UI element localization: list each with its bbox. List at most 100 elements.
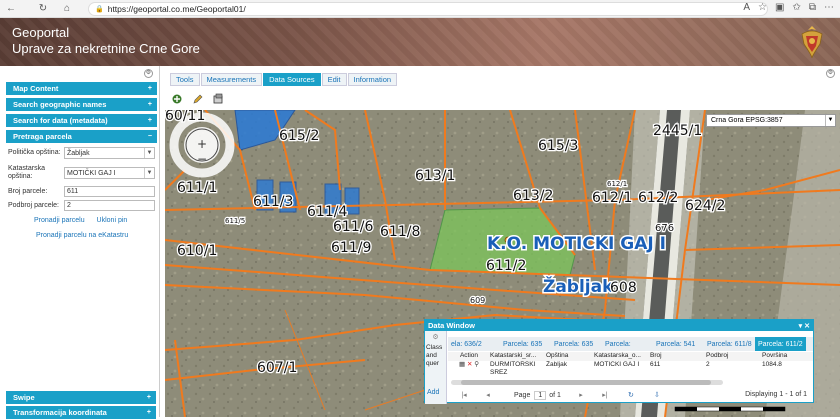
section-label: Map Content [13, 84, 59, 93]
column-header[interactable]: Podbroj [704, 352, 760, 361]
tool-row [166, 90, 840, 110]
last-page-icon[interactable]: ▸| [599, 391, 611, 399]
data-tab[interactable]: Parcela: 635 [551, 337, 602, 351]
page-input[interactable]: 1 [534, 390, 547, 400]
settings-icon[interactable]: ⚙ [826, 69, 835, 78]
katastarska-select[interactable]: MOTIČKI GAJ I ▼ [64, 167, 155, 179]
next-page-icon[interactable]: ▸ [575, 391, 587, 399]
cell-povrsina: 1084.8 [762, 361, 782, 368]
tab-measurements[interactable]: Measurements [200, 73, 263, 86]
address-bar[interactable]: 🔒 https://geoportal.co.me/Geoportal01/ [88, 2, 768, 16]
add-button[interactable]: Add [427, 389, 439, 396]
column-header[interactable]: Katastarska_o... [592, 352, 648, 361]
column-header[interactable]: Broj [648, 352, 704, 361]
broj-input[interactable]: 611 [64, 186, 155, 197]
map-label: 612/1 [592, 190, 632, 206]
table-row[interactable]: ▦ ✕ ⚲ DURMITORSKI SREZ Žabljak MOTIČKI G… [448, 361, 813, 377]
expand-icon: + [147, 85, 152, 92]
layer-add-icon[interactable] [171, 93, 183, 105]
prev-page-icon[interactable]: ◂ [482, 391, 494, 399]
map-label: 611/1 [177, 180, 217, 196]
map-label: 613/1 [415, 168, 455, 184]
chevron-down-icon: ▼ [825, 115, 835, 126]
section-label: Transformacija koordinata [13, 408, 107, 417]
favorite-star-icon[interactable]: ☆ [758, 2, 767, 13]
katastarska-value: MOTIČKI GAJ I [67, 169, 116, 177]
data-tab[interactable]: Parcela: 541 [653, 337, 704, 351]
section-label: Pretraga parcela [13, 132, 72, 141]
search-icon[interactable]: ⚲ [474, 361, 479, 368]
data-tab[interactable]: Parcela: 635 [500, 337, 551, 351]
tab-tools[interactable]: Tools [170, 73, 200, 86]
data-tab[interactable]: ela: 636/2 [448, 337, 500, 351]
data-table-header: Action Katastarski_sr... Opština Katasta… [448, 352, 813, 361]
settings-icon[interactable]: ⚙ [426, 333, 445, 341]
podbroj-input[interactable]: 2 [64, 200, 155, 211]
column-header[interactable]: Katastarski_sr... [488, 352, 544, 361]
home-icon[interactable]: ⌂ [60, 2, 74, 16]
class-query-label: Class and quer [426, 344, 443, 367]
pencil-icon[interactable] [192, 93, 204, 105]
map-label: 609 [470, 296, 485, 305]
projection-select[interactable]: Crna Gora EPSG:3857 ▼ [706, 114, 836, 127]
cell-katastarski: DURMITORSKI SREZ [490, 361, 536, 376]
tab-edit[interactable]: Edit [321, 73, 347, 86]
chevron-down-icon: ▼ [144, 168, 154, 178]
section-search-geographic-names[interactable]: Search geographic names + [6, 98, 157, 111]
find-parcel-link[interactable]: Pronadji parcelu [34, 217, 85, 224]
remove-pin-link[interactable]: Ukloni pin [97, 217, 128, 224]
more-options-icon[interactable]: ⋯ [824, 2, 834, 13]
section-swipe[interactable]: Swipe + [6, 391, 156, 404]
politicka-label: Politička opština: [8, 149, 61, 156]
tab-icon[interactable]: ⧉ [809, 2, 816, 13]
map-label: 676 [655, 223, 674, 234]
column-header[interactable]: Action [448, 352, 488, 361]
panel-settings-icon[interactable]: ⚙ [144, 69, 153, 78]
data-window-titlebar[interactable]: Data Window ▾ ✕ [425, 320, 813, 331]
data-tab[interactable]: Parcela: [602, 337, 653, 351]
column-header[interactable]: Površina [760, 352, 813, 361]
section-map-content[interactable]: Map Content + [6, 82, 157, 95]
header-subtitle: Uprave za nekretnine Crne Gore [12, 41, 200, 56]
section-search-metadata[interactable]: Search for data (metadata) + [6, 114, 157, 127]
favorites-bar-icon[interactable]: ✩ [792, 2, 800, 13]
data-window-tabs: ela: 636/2 Parcela: 635 Parcela: 635 Par… [448, 337, 813, 351]
politicka-select[interactable]: Žabljak ▼ [64, 147, 155, 159]
back-icon[interactable]: ← [4, 2, 18, 16]
cell-opstina: Žabljak [546, 361, 567, 368]
data-window-sidebar: ⚙ Class and quer Add [425, 331, 447, 404]
data-tab-active[interactable]: Parcela: 611/2 [755, 337, 806, 351]
zoom-to-icon[interactable]: ▦ [459, 361, 465, 368]
map-label: 611/4 [307, 204, 347, 220]
horizontal-scrollbar[interactable] [451, 380, 723, 385]
row-actions: ▦ ✕ ⚲ [448, 361, 488, 377]
katastarska-label: Katastarska opština: [8, 165, 45, 180]
minimize-icon[interactable]: ▾ [799, 323, 803, 330]
refresh-icon[interactable]: ↻ [36, 2, 50, 16]
broj-label: Broj parcele: [8, 187, 48, 195]
tab-data-sources[interactable]: Data Sources [263, 73, 321, 86]
read-aloud-icon[interactable]: A [743, 2, 750, 13]
first-page-icon[interactable]: |◂ [458, 391, 470, 399]
export-icon[interactable]: ⇩ [651, 391, 663, 399]
tab-information[interactable]: Information [347, 73, 398, 86]
column-header[interactable]: Opština [544, 352, 592, 361]
map-label: 611/3 [253, 194, 293, 210]
close-icon[interactable]: ✕ [804, 323, 810, 330]
delete-icon[interactable]: ✕ [467, 361, 472, 368]
section-pretraga-parcela[interactable]: Pretraga parcela − [6, 130, 157, 143]
map-label: 611/8 [380, 224, 420, 240]
section-transformacija[interactable]: Transformacija koordinata + [6, 406, 156, 419]
map-label: 611/2 [486, 258, 526, 274]
map-label: 611/6 [333, 219, 373, 235]
data-tab[interactable]: Parcela: 611/8 [704, 337, 755, 351]
map-small-label: 611/5 [225, 217, 245, 225]
left-panel: ⚙ Map Content + Search geographic names + … [0, 66, 160, 419]
map-label: 60/11 [165, 110, 205, 124]
ekatastar-link[interactable]: Pronadji parcelu na eKatastru [36, 232, 159, 239]
refresh-icon[interactable]: ↻ [625, 391, 637, 399]
collections-icon[interactable]: ▣ [775, 2, 784, 13]
town-label: Žabljak [543, 275, 614, 297]
database-icon[interactable] [212, 93, 224, 105]
displaying-count: Displaying 1 - 1 of 1 [745, 391, 807, 398]
